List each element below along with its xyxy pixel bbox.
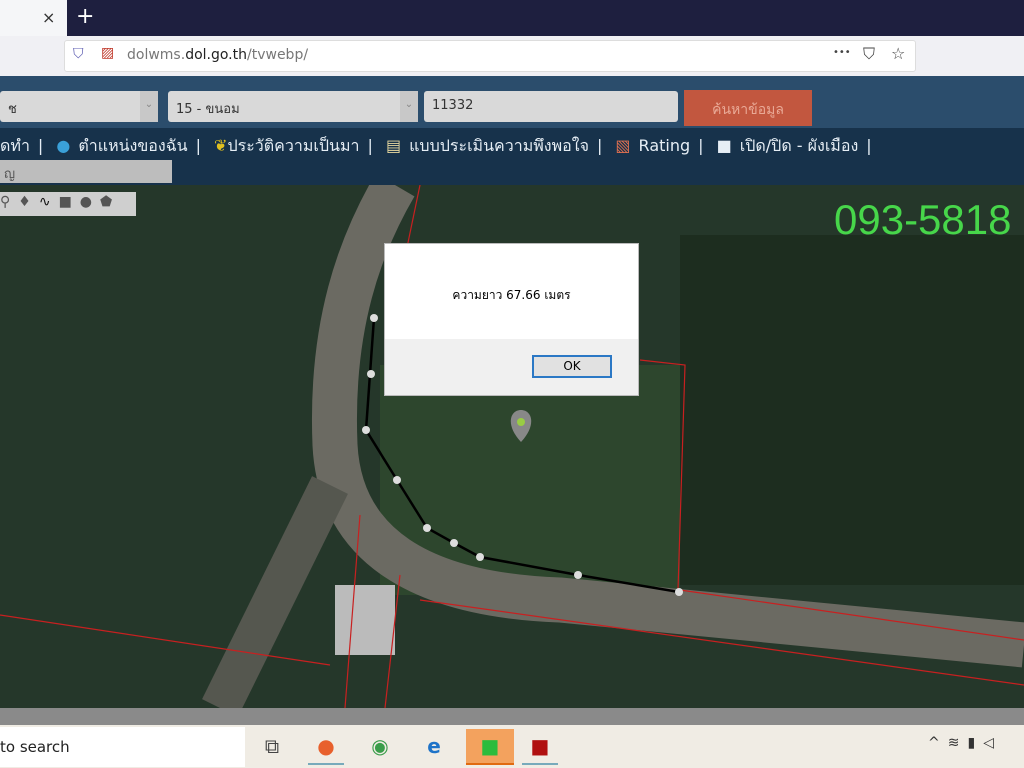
main-menu: ดทำ | ● ตำแหน่งของฉัน | ❦ประวัติความเป็นมา |…	[0, 128, 1024, 185]
chrome-icon[interactable]: ◉	[362, 729, 398, 765]
separator: |	[866, 136, 872, 155]
chart-icon: ▧	[615, 136, 631, 155]
menu-item-history[interactable]: ประวัติความเป็นมา	[227, 136, 359, 155]
system-tray: ^≋▮◁	[928, 735, 1002, 751]
volume-muted-icon[interactable]: ◁	[983, 735, 1002, 751]
taskbar-search[interactable]: to search	[0, 727, 245, 767]
separator: |	[195, 136, 201, 155]
horizontal-scrollbar[interactable]	[0, 708, 1024, 725]
document-icon: ▤	[385, 136, 402, 155]
rectangle-tool-icon[interactable]: ■	[59, 194, 80, 210]
draw-toolbar: ⚲♦∿■●⬟	[0, 192, 136, 216]
separator: |	[698, 136, 704, 155]
browser-tab[interactable]: ×	[0, 0, 67, 36]
alert-dialog: ความยาว 67.66 เมตร OK	[384, 243, 639, 396]
globe-icon: ●	[56, 136, 71, 155]
district-select[interactable]: 15 - ขนอม ⌄	[168, 91, 418, 122]
battery-icon[interactable]: ▮	[967, 735, 983, 751]
nav-bar: ⛉ ▨ dolwms.dol.go.th/tvwebp/ ••• ⛉ ☆	[0, 36, 1024, 76]
map-search-input[interactable]: ญ	[0, 160, 172, 183]
province-select[interactable]: ช ⌄	[0, 91, 158, 122]
search-toolbar: ช ⌄ 15 - ขนอม ⌄ 11332 ค้นหาข้อมูล	[0, 76, 1024, 128]
pocket-icon[interactable]: ⛉	[863, 44, 875, 64]
pin-tool-icon[interactable]: ♦	[18, 194, 39, 210]
polygon-tool-icon[interactable]: ⬟	[100, 194, 120, 210]
menu-item-my-location[interactable]: ตำแหน่งของฉัน	[78, 136, 187, 155]
chevron-down-icon: ⌄	[400, 91, 418, 122]
url-path: /tvwebp/	[247, 47, 309, 63]
wifi-icon[interactable]: ≋	[948, 735, 968, 751]
firefox-icon[interactable]: ●	[308, 729, 344, 765]
dialog-message: ความยาว 67.66 เมตร	[452, 288, 571, 302]
chevron-up-icon[interactable]: ^	[928, 735, 948, 751]
tab-strip: × +	[0, 0, 1024, 36]
parcel-input[interactable]: 11332	[424, 91, 678, 122]
page-actions-icon[interactable]: •••	[833, 47, 851, 58]
menu-item-city-plan[interactable]: เปิด/ปิด - ผังเมือง	[740, 136, 859, 155]
close-tab-icon[interactable]: ×	[42, 8, 55, 27]
forest-area	[680, 235, 1024, 585]
separator: |	[367, 136, 373, 155]
new-tab-button[interactable]: +	[76, 4, 94, 29]
shield-icon[interactable]: ⛉	[73, 46, 84, 62]
square-icon: ■	[716, 136, 732, 155]
url-bar[interactable]: ⛉ ▨ dolwms.dol.go.th/tvwebp/ ••• ⛉ ☆	[64, 40, 916, 72]
task-view-icon[interactable]: ⧉	[254, 729, 290, 765]
ok-button[interactable]: OK	[532, 355, 612, 378]
url-prefix: dolwms.	[127, 47, 186, 63]
line-app-icon[interactable]: ■	[466, 729, 514, 765]
insecure-lock-icon[interactable]: ▨	[101, 45, 114, 61]
marker-tool-icon[interactable]: ⚲	[0, 194, 18, 210]
parcel-value: 11332	[432, 98, 474, 113]
search-button[interactable]: ค้นหาข้อมูล	[684, 90, 812, 126]
chevron-down-icon: ⌄	[140, 91, 158, 122]
line-tool-icon[interactable]: ∿	[39, 194, 59, 210]
separator: |	[37, 136, 44, 155]
bookmark-star-icon[interactable]: ☆	[891, 44, 905, 63]
acrobat-icon[interactable]: ■	[522, 729, 558, 765]
building	[335, 585, 395, 655]
circle-tool-icon[interactable]: ●	[80, 194, 100, 210]
url-host: dol.go.th	[185, 47, 247, 63]
province-value: ช	[8, 102, 17, 117]
phone-overlay: 093-5818	[834, 196, 1012, 243]
menu-item-0[interactable]: ดทำ	[0, 136, 30, 155]
sprout-icon: ❦	[214, 136, 228, 155]
menu-item-survey[interactable]: แบบประเมินความพึงพอใจ	[409, 136, 589, 155]
district-value: 15 - ขนอม	[176, 102, 240, 117]
separator: |	[596, 136, 603, 155]
edge-icon[interactable]: e	[416, 729, 452, 765]
menu-item-rating[interactable]: Rating	[639, 136, 691, 155]
taskbar: to search ⧉ ● ◉ e ■ ■ ^≋▮◁	[0, 725, 1024, 768]
